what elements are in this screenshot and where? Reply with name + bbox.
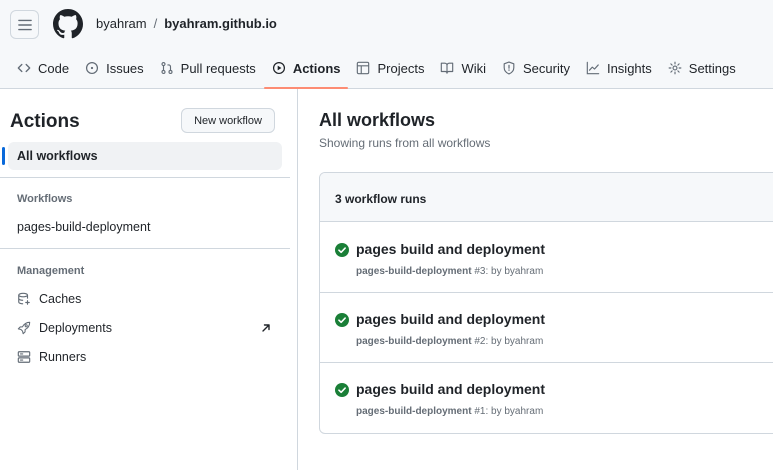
table-icon: [357, 61, 370, 75]
sidebar-item-label: All workflows: [17, 149, 98, 163]
sidebar-item-label: Deployments: [39, 321, 112, 335]
tab-issues[interactable]: Issues: [77, 52, 152, 84]
workflow-run-title[interactable]: pages build and deployment: [356, 381, 545, 397]
workflow-run-meta: pages-build-deployment #1: by byahram: [356, 406, 543, 417]
workflow-runs-header: 3 workflow runs: [320, 173, 773, 222]
sidebar-item-caches[interactable]: Caches: [8, 285, 282, 313]
graph-icon: [586, 61, 600, 75]
play-icon: [272, 61, 285, 75]
shield-icon: [503, 61, 515, 75]
page-subtitle: Showing runs from all workflows: [319, 136, 491, 150]
workflow-run-row[interactable]: pages build and deployment pages-build-d…: [320, 363, 773, 433]
tab-issues-label: Issues: [106, 60, 144, 76]
issue-opened-icon: [86, 61, 99, 75]
actions-sidebar: Actions New workflow All workflows Workf…: [0, 89, 298, 470]
tab-projects[interactable]: Projects: [348, 52, 432, 84]
workflow-run-author: : by byahram: [485, 266, 544, 277]
check-circle-fill-icon: [335, 383, 349, 397]
tab-actions[interactable]: Actions: [263, 52, 349, 89]
sidebar-item-all-workflows[interactable]: All workflows: [2, 142, 282, 170]
code-icon: [17, 63, 31, 73]
workflow-run-row[interactable]: pages build and deployment pages-build-d…: [320, 223, 773, 293]
new-workflow-button[interactable]: New workflow: [181, 108, 275, 133]
sidebar-item-label: Caches: [39, 292, 82, 306]
hamburger-menu-button[interactable]: [10, 10, 39, 39]
sidebar-title: Actions: [10, 111, 80, 132]
workflow-run-workflow: pages-build-deployment: [356, 266, 472, 277]
sidebar-divider: [0, 248, 290, 249]
tab-actions-label: Actions: [292, 60, 341, 76]
tab-code[interactable]: Code: [9, 52, 77, 84]
workflow-runs-count: 3 workflow runs: [335, 192, 427, 206]
workflow-run-number: #1: [474, 406, 486, 417]
tab-wiki-label: Wiki: [461, 60, 486, 76]
tab-pull-requests[interactable]: Pull requests: [152, 52, 264, 84]
workflow-run-author: : by byahram: [485, 336, 544, 347]
repo-header: byahram / byahram.github.io Code Issues …: [0, 0, 773, 89]
sidebar-item-runners[interactable]: Runners: [8, 343, 282, 371]
sidebar-item-label: pages-build-deployment: [17, 220, 151, 234]
sidebar-item-pages-build-deployment[interactable]: pages-build-deployment: [8, 213, 282, 241]
tab-security-label: Security: [523, 60, 570, 76]
workflow-run-row[interactable]: pages build and deployment pages-build-d…: [320, 293, 773, 363]
link-external-icon: [262, 324, 270, 332]
book-icon: [441, 62, 454, 74]
workflow-run-meta: pages-build-deployment #2: by byahram: [356, 336, 543, 347]
tab-pull-requests-label: Pull requests: [180, 60, 256, 76]
tab-security[interactable]: Security: [494, 52, 578, 84]
sidebar-divider: [0, 177, 290, 178]
tab-settings[interactable]: Settings: [660, 52, 744, 84]
workflow-run-number: #3: [474, 266, 486, 277]
rocket-icon: [17, 321, 31, 335]
workflow-run-title[interactable]: pages build and deployment: [356, 311, 545, 327]
git-pull-request-icon: [161, 62, 173, 74]
github-logo-icon[interactable]: [53, 9, 83, 39]
tab-code-label: Code: [38, 60, 70, 76]
page-title: All workflows: [319, 110, 436, 130]
gear-icon: [668, 61, 682, 75]
breadcrumb: byahram / byahram.github.io: [96, 16, 277, 31]
tab-projects-label: Projects: [377, 60, 425, 76]
workflow-runs-list: 3 workflow runs pages build and deployme…: [319, 172, 773, 434]
breadcrumb-separator: /: [153, 16, 158, 31]
repo-owner-link[interactable]: byahram: [96, 16, 147, 31]
repo-name-link[interactable]: byahram.github.io: [164, 16, 277, 31]
workflows-heading: Workflows: [17, 193, 73, 205]
check-circle-fill-icon: [335, 313, 349, 327]
management-heading: Management: [17, 265, 85, 277]
repo-tabs: Code Issues Pull requests Actions Projec…: [0, 52, 744, 89]
sidebar-item-deployments[interactable]: Deployments: [8, 314, 282, 342]
workflow-run-workflow: pages-build-deployment: [356, 336, 472, 347]
workflow-run-number: #2: [474, 336, 486, 347]
tab-wiki[interactable]: Wiki: [432, 52, 494, 84]
workflow-run-meta: pages-build-deployment #3: by byahram: [356, 266, 543, 277]
workflow-run-title[interactable]: pages build and deployment: [356, 241, 545, 257]
server-icon: [17, 351, 31, 363]
hamburger-icon: [17, 19, 32, 30]
workflow-run-author: : by byahram: [485, 406, 544, 417]
workflow-run-workflow: pages-build-deployment: [356, 406, 472, 417]
check-circle-fill-icon: [335, 243, 349, 257]
tab-insights[interactable]: Insights: [578, 52, 660, 84]
tab-settings-label: Settings: [688, 60, 736, 76]
tab-insights-label: Insights: [606, 60, 652, 76]
cache-icon: [18, 292, 30, 305]
sidebar-item-label: Runners: [39, 350, 87, 364]
